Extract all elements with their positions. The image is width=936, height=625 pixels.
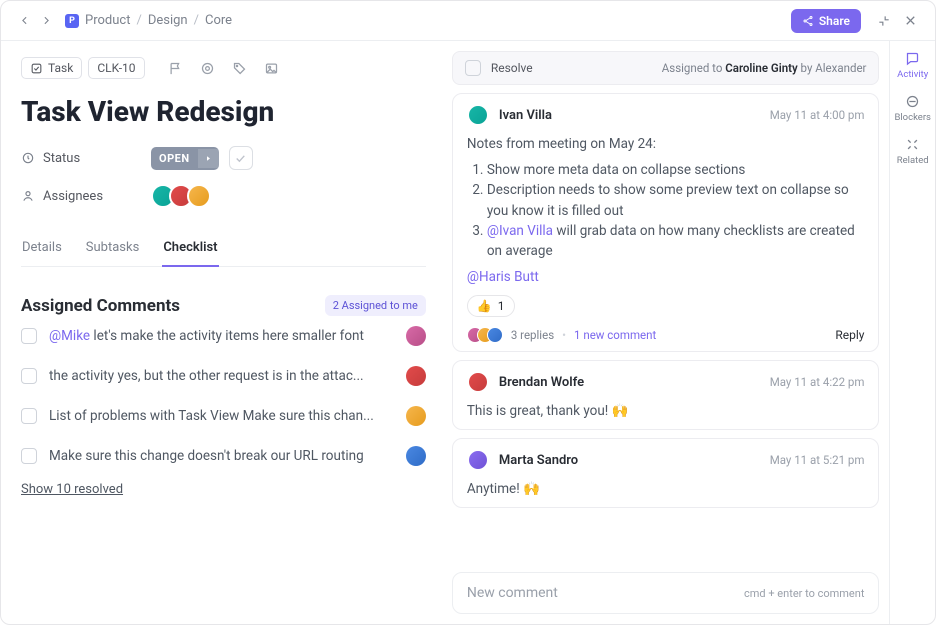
task-id-label: CLK-10 xyxy=(97,61,135,75)
nav-back-button[interactable] xyxy=(13,10,35,32)
close-icon[interactable] xyxy=(897,8,923,34)
comment-time: May 11 at 5:21 pm xyxy=(770,453,865,467)
assignees-label: Assignees xyxy=(21,189,151,204)
comment-body: This is great, thank you! 🙌 xyxy=(467,403,865,419)
tag-icon[interactable] xyxy=(227,55,253,81)
comment-checkbox[interactable] xyxy=(21,328,37,344)
flag-icon[interactable] xyxy=(163,55,189,81)
task-title[interactable]: Task View Redesign xyxy=(21,95,426,128)
tab-subtasks[interactable]: Subtasks xyxy=(85,230,141,266)
comment-text: List of problems with Task View Make sur… xyxy=(49,408,394,424)
new-comment-input[interactable]: New comment cmd + enter to comment xyxy=(452,572,880,614)
breadcrumb-sep: / xyxy=(136,13,141,28)
collapse-icon[interactable] xyxy=(871,8,897,34)
comment-thread: Ivan Villa May 11 at 4:00 pm Notes from … xyxy=(452,93,880,352)
comments-list: @Mike let's make the activity items here… xyxy=(21,316,426,476)
left-pane: Task CLK-10 Task View Redesign Status OP… xyxy=(1,41,446,624)
comment-body: Notes from meeting on May 24: xyxy=(467,136,865,152)
reply-count[interactable]: 3 replies xyxy=(511,328,554,342)
task-chip-label: Task xyxy=(48,61,73,75)
assignee-stack[interactable] xyxy=(151,184,211,208)
breadcrumb-leaf[interactable]: Core xyxy=(205,13,232,28)
image-icon[interactable] xyxy=(259,55,285,81)
breadcrumb-mid[interactable]: Design xyxy=(148,13,188,28)
comment-list: Show more meta data on collapse sections… xyxy=(467,160,865,261)
share-button[interactable]: Share xyxy=(791,9,861,33)
status-arrow-icon xyxy=(198,149,219,168)
reply-avatars xyxy=(467,327,503,343)
comment-thread: Brendan Wolfe May 11 at 4:22 pm This is … xyxy=(452,360,880,430)
space-icon: P xyxy=(65,14,79,28)
task-id-chip[interactable]: CLK-10 xyxy=(88,57,144,79)
comment-text: the activity yes, but the other request … xyxy=(49,368,394,384)
avatar xyxy=(406,406,426,426)
show-resolved-link[interactable]: Show 10 resolved xyxy=(21,482,426,497)
avatar xyxy=(406,446,426,466)
comment-author: Brendan Wolfe xyxy=(499,375,584,390)
avatar xyxy=(187,184,211,208)
assigned-count-badge[interactable]: 2 Assigned to me xyxy=(325,295,426,316)
status-value: OPEN xyxy=(151,147,198,170)
comment-time: May 11 at 4:22 pm xyxy=(770,375,865,389)
breadcrumb: P Product / Design / Core xyxy=(65,13,232,28)
comment-row[interactable]: @Mike let's make the activity items here… xyxy=(21,316,426,356)
assigned-to-text: Assigned to Caroline Ginty by Alexander xyxy=(662,61,867,75)
topbar: P Product / Design / Core Share xyxy=(1,1,935,41)
status-pill[interactable]: OPEN xyxy=(151,147,219,170)
mention-link[interactable]: @Haris Butt xyxy=(467,269,865,285)
tab-checklist[interactable]: Checklist xyxy=(162,230,218,267)
rail-related[interactable]: Related xyxy=(897,137,929,166)
resolve-checkbox[interactable] xyxy=(465,60,481,76)
comment-checkbox[interactable] xyxy=(21,448,37,464)
comment-placeholder: New comment xyxy=(467,585,558,601)
comment-checkbox[interactable] xyxy=(21,368,37,384)
comment-text: @Mike let's make the activity items here… xyxy=(49,328,394,344)
assigned-to-bar: Resolve Assigned to Caroline Ginty by Al… xyxy=(452,51,880,85)
comment-thread: Marta Sandro May 11 at 5:21 pm Anytime! … xyxy=(452,438,880,508)
reaction-button[interactable]: 👍1 xyxy=(467,295,515,317)
resolve-label[interactable]: Resolve xyxy=(491,61,533,75)
right-rail: Activity Blockers Related xyxy=(889,41,935,624)
status-label: Status xyxy=(21,151,151,166)
comment-checkbox[interactable] xyxy=(21,408,37,424)
complete-button[interactable] xyxy=(229,146,253,170)
nav-forward-button[interactable] xyxy=(35,10,57,32)
avatar xyxy=(467,104,489,126)
avatar xyxy=(406,326,426,346)
comment-author: Marta Sandro xyxy=(499,453,578,468)
tab-details[interactable]: Details xyxy=(21,230,63,266)
reply-button[interactable]: Reply xyxy=(835,328,864,342)
breadcrumb-sep: / xyxy=(194,13,199,28)
share-label: Share xyxy=(819,14,850,28)
sprint-icon[interactable] xyxy=(195,55,221,81)
avatar xyxy=(467,449,489,471)
comment-hint: cmd + enter to comment xyxy=(744,587,864,600)
comment-author: Ivan Villa xyxy=(499,108,552,123)
left-toolbar: Task CLK-10 xyxy=(21,55,426,81)
task-type-chip[interactable]: Task xyxy=(21,57,82,79)
right-pane: Resolve Assigned to Caroline Ginty by Al… xyxy=(446,41,890,624)
comment-text: Make sure this change doesn't break our … xyxy=(49,448,394,464)
comment-row[interactable]: List of problems with Task View Make sur… xyxy=(21,396,426,436)
avatar xyxy=(406,366,426,386)
avatar xyxy=(467,371,489,393)
comment-time: May 11 at 4:00 pm xyxy=(770,108,865,122)
section-title: Assigned Comments xyxy=(21,296,180,316)
rail-blockers[interactable]: Blockers xyxy=(894,94,931,123)
rail-activity[interactable]: Activity xyxy=(897,51,928,80)
comment-row[interactable]: the activity yes, but the other request … xyxy=(21,356,426,396)
comment-row[interactable]: Make sure this change doesn't break our … xyxy=(21,436,426,476)
tab-bar: Details Subtasks Checklist xyxy=(21,230,426,267)
breadcrumb-root[interactable]: Product xyxy=(85,13,130,28)
new-comment-link[interactable]: 1 new comment xyxy=(574,328,656,342)
comment-body: Anytime! 🙌 xyxy=(467,481,865,497)
